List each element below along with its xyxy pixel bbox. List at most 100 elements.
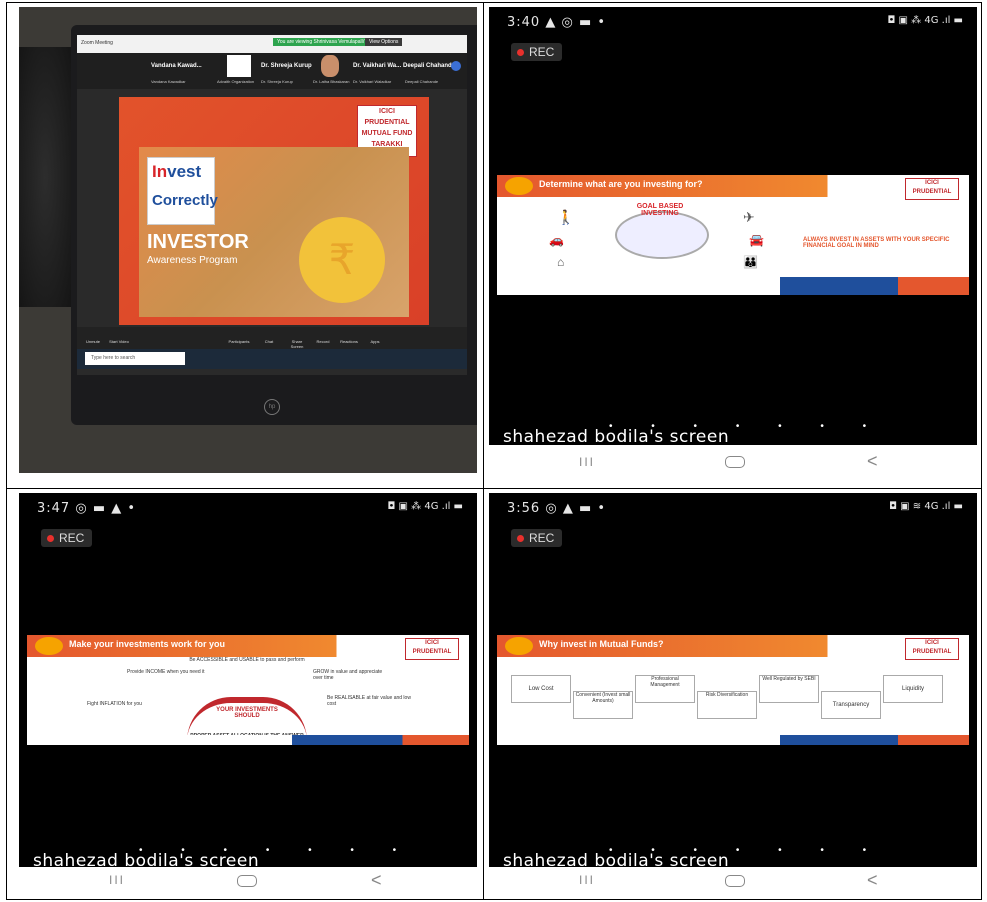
android-nav-bar: III < [489, 445, 977, 483]
status-bar: 3:40 ▲ ◎ ▬ • [507, 15, 606, 30]
bag-background [19, 47, 71, 307]
slide-title: Determine what are you investing for? [539, 179, 703, 189]
screenshot-grid: Zoom Meeting You are viewing Shrinivasa … [6, 2, 982, 900]
correctly-text: Correctly [152, 192, 218, 209]
reactions-button[interactable]: Reactions [337, 339, 361, 344]
icici-logo: ICICI PRUDENTIAL [905, 178, 959, 200]
android-nav-bar: III < [19, 867, 477, 897]
status-icons: ◎ ▲ ▬ • [545, 501, 607, 516]
participant-strip: Vandana Kawad... Vandana Kawadkar Advait… [77, 53, 467, 89]
awareness-subheading: Awareness Program [147, 255, 238, 266]
zoom-window-title: Zoom Meeting [81, 40, 113, 46]
slide-title: Make your investments work for you [69, 639, 226, 649]
benefit-hexagon: Risk Diversification [697, 691, 757, 719]
home-button[interactable] [725, 875, 745, 887]
participant-sub: Vandana Kawadkar [151, 79, 186, 84]
grid-divider-vertical [483, 3, 484, 899]
rec-label: REC [59, 531, 85, 545]
rec-label: REC [529, 45, 555, 59]
family-icon: 👪 [743, 255, 758, 269]
start-video-button[interactable]: Start Video [107, 339, 131, 344]
recents-button[interactable]: III [579, 873, 595, 887]
android-nav-bar: III < [489, 867, 977, 897]
shared-slide: Why invest in Mutual Funds? ICICI PRUDENT… [497, 635, 969, 745]
status-right-icons: ◘ ▣ ⁂ 4G .ıl ▬ [887, 15, 963, 26]
slide-point: Fight INFLATION for you [87, 701, 142, 707]
rec-indicator: REC [41, 529, 93, 547]
benefit-hexagon: Transparency [821, 691, 881, 719]
back-button[interactable]: < [371, 870, 382, 891]
slide-heading: GOAL BASED INVESTING [636, 203, 684, 217]
laptop-screen: Zoom Meeting You are viewing Shrinivasa … [77, 35, 467, 375]
back-button[interactable]: < [867, 870, 878, 891]
icici-logo: ICICI PRUDENTIAL [405, 638, 459, 660]
icici-logo: ICICI PRUDENTIAL [905, 638, 959, 660]
view-options-button[interactable]: View Options [365, 38, 403, 46]
car-icon: 🚘 [749, 233, 764, 247]
slide-header: Make your investments work for you [27, 635, 469, 657]
rec-indicator: REC [511, 43, 563, 61]
home-button[interactable] [237, 875, 257, 887]
participants-button[interactable]: Participants [227, 339, 251, 344]
airplane-icon: ✈ [743, 209, 755, 225]
participant-name: Dr. Shreeja Kurup [261, 63, 312, 69]
slide-point: Be ACCESSIBLE and USABLE to pass and per… [189, 657, 305, 663]
back-button[interactable]: < [867, 451, 878, 472]
record-dot-icon [517, 534, 524, 542]
invest-text: Invest [152, 162, 201, 182]
phone-screen-3: 3:56 ◎ ▲ ▬ • ◘ ▣ ≋ 4G .ıl ▬ REC Why inve… [489, 493, 977, 897]
unmute-button[interactable]: Unmute [81, 339, 105, 344]
status-time: 3:40 [507, 15, 541, 30]
rec-label: REC [529, 531, 555, 545]
participant-name: Deepali Chahande [403, 63, 456, 69]
slide-footer-bar [497, 735, 969, 745]
avatar [451, 61, 461, 71]
status-icons: ▲ ◎ ▬ • [545, 15, 607, 30]
record-dot-icon [47, 534, 54, 542]
slide-point: GROW in value and appreciate over time [313, 669, 383, 681]
chat-button[interactable]: Chat [257, 339, 281, 344]
rupee-coin-icon: ₹ [299, 217, 385, 303]
taskbar-search-input[interactable]: Type here to search [85, 352, 185, 365]
slide-center-text: YOUR INVESTMENTS SHOULD [216, 707, 278, 719]
participant-sub: Dr. Shreeja Kurup [261, 79, 293, 84]
benefit-hexagon: Liquidity [883, 675, 943, 703]
house-icon: ⌂ [557, 255, 565, 269]
status-time: 3:47 [37, 501, 71, 516]
apps-button[interactable]: Apps [363, 339, 387, 344]
recents-button[interactable]: III [579, 455, 595, 469]
shared-presentation: ICICI PRUDENTIAL MUTUAL FUND TARAKKI KAR… [119, 97, 429, 325]
shared-slide: Determine what are you investing for? IC… [497, 175, 969, 295]
investor-heading: INVESTOR [147, 231, 249, 253]
logo-text: ICICI [379, 108, 395, 115]
status-icons: ◎ ▬ ▲ • [75, 501, 137, 516]
shared-slide: Make your investments work for you ICICI… [27, 635, 469, 745]
record-button[interactable]: Record [311, 339, 335, 344]
zoom-titlebar: Zoom Meeting You are viewing Shrinivasa … [77, 35, 467, 53]
slide-header: Determine what are you investing for? [497, 175, 969, 197]
invest-in: In [152, 162, 168, 181]
recents-button[interactable]: III [109, 873, 125, 887]
home-button[interactable] [725, 456, 745, 468]
status-time: 3:56 [507, 501, 541, 516]
benefit-hexagon: Convenient (Invest small Amounts) [573, 691, 633, 719]
slide-note: ALWAYS INVEST IN ASSETS WITH YOUR SPECIF… [803, 237, 950, 249]
avatar [321, 55, 339, 77]
grid-divider-horizontal [7, 488, 981, 489]
status-right-icons: ◘ ▣ ≋ 4G .ıl ▬ [889, 501, 963, 512]
invest-vest: vest [167, 162, 202, 181]
participant-sub: Deepali Chahande [405, 79, 439, 84]
status-bar: 3:47 ◎ ▬ ▲ • [37, 501, 136, 516]
status-right-icons: ◘ ▣ ⁂ 4G .ıl ▬ [387, 501, 463, 512]
zoom-toolbar: Unmute Start Video Participants Chat Sha… [77, 327, 467, 349]
mascot-logo-icon [505, 177, 533, 195]
laptop-photo: Zoom Meeting You are viewing Shrinivasa … [19, 7, 477, 473]
share-screen-button[interactable]: Share Screen [285, 339, 309, 349]
goal-based-circle [615, 211, 709, 259]
participant-name: Vandana Kawad... [151, 63, 202, 69]
phone-screen-2: 3:47 ◎ ▬ ▲ • ◘ ▣ ⁂ 4G .ıl ▬ REC Make you… [19, 493, 477, 897]
screen-share-label: shahezad bodila's screen [503, 427, 730, 447]
participant-sub: Dr. Vaikhari Waladkar [353, 79, 392, 84]
avatar [227, 55, 251, 77]
walking-person-icon: 🚶 [557, 209, 575, 225]
